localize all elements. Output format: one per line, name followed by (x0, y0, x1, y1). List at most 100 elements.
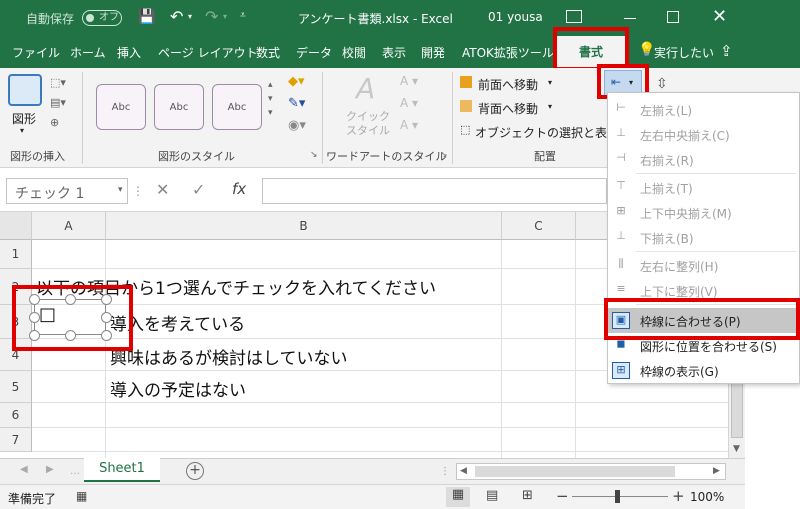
tab-atok[interactable]: ATOK拡張ツール (462, 44, 554, 61)
redo-dropdown-icon[interactable]: ▾ (223, 12, 227, 21)
shape-styles-launcher-icon[interactable]: ↘ (310, 150, 318, 160)
scroll-right-icon[interactable]: ▶ (713, 466, 720, 476)
style-gallery-scroll-icon[interactable]: ▴ ▾ ▾ (268, 78, 273, 120)
autosave-state: オフ (99, 12, 119, 23)
zoom-slider-thumb[interactable] (615, 490, 620, 503)
tab-data[interactable]: データ (296, 44, 332, 61)
row-header-7[interactable]: 7 (0, 428, 32, 452)
menu-align-middle[interactable]: ⊞ 上下中央揃え(M) (608, 200, 799, 225)
tab-developer[interactable]: 開発 (421, 44, 445, 61)
shape-outline-icon[interactable]: ✎▾ (288, 96, 305, 111)
zoom-level[interactable]: 100% (690, 490, 724, 504)
edit-shape-icon[interactable]: ⬚▾ (50, 76, 66, 89)
text-fill-icon[interactable]: A ▾ (400, 74, 418, 88)
add-sheet-icon[interactable]: + (186, 462, 204, 480)
send-backward-icon[interactable] (460, 100, 472, 112)
menu-view-gridlines[interactable]: ⊞ 枠線の表示(G) (608, 358, 799, 383)
name-box-dropdown-icon[interactable]: ▾ (118, 185, 123, 195)
shape-effects-icon[interactable]: ◉▾ (288, 118, 306, 133)
tell-me-search[interactable]: 実行したい (654, 44, 714, 61)
menu-align-left[interactable]: ⊢ 左揃え(L) (608, 97, 799, 122)
menu-align-bottom[interactable]: ⊥ 下揃え(B) (608, 225, 799, 250)
sheet-prev-icon[interactable]: ◀ (20, 464, 28, 475)
zoom-out-icon[interactable]: − (556, 487, 569, 505)
row-header-1[interactable]: 1 (0, 240, 32, 269)
enter-formula-icon[interactable]: ✓ (192, 180, 205, 199)
tab-home[interactable]: ホーム (70, 44, 106, 61)
scroll-down-icon[interactable]: ▼ (733, 444, 740, 454)
cell-b4-option[interactable]: 興味はあるが検討はしていない (110, 344, 348, 369)
selection-pane-icon[interactable]: ⬚ (460, 123, 470, 136)
bring-forward-button[interactable]: 前面へ移動 (478, 76, 538, 93)
user-name: 01 yousa (488, 10, 543, 24)
tab-formulas[interactable]: 数式 (256, 44, 280, 61)
column-header-c[interactable]: C (502, 212, 576, 240)
shapes-label[interactable]: 図形 (12, 110, 36, 127)
merge-shapes-icon[interactable]: ⊕ (50, 116, 59, 129)
shape-style-3[interactable]: Abc (212, 84, 262, 130)
undo-icon[interactable]: ↶ (170, 7, 183, 26)
share-icon[interactable]: ⇪ (720, 42, 733, 60)
normal-view-icon[interactable]: ▦ (446, 487, 470, 507)
column-header-b[interactable]: B (106, 212, 502, 240)
tab-page-layout[interactable]: ページ レイアウト (158, 44, 258, 61)
shape-fill-icon[interactable]: ◆▾ (288, 74, 305, 89)
text-effects-icon[interactable]: A ▾ (400, 118, 418, 132)
autosave-label: 自動保存 (26, 12, 75, 26)
shapes-dropdown-icon[interactable]: ▾ (20, 126, 24, 135)
shape-style-2[interactable]: Abc (154, 84, 204, 130)
horizontal-scroll-thumb[interactable] (475, 466, 675, 477)
row-header-6[interactable]: 6 (0, 403, 32, 428)
minimize-icon[interactable] (624, 18, 636, 19)
sheet-more-icon[interactable]: … (70, 466, 80, 477)
page-break-preview-icon[interactable]: ⊞ (522, 488, 533, 503)
tab-split-grip-icon[interactable]: ⋮ (440, 466, 450, 477)
autosave-toggle[interactable]: オフ (82, 10, 122, 26)
menu-distribute-horizontally[interactable]: ⫼ 左右に整列(H) (608, 253, 799, 278)
sheet-next-icon[interactable]: ▶ (46, 464, 54, 475)
macro-record-icon[interactable]: ▦ (76, 489, 87, 503)
tab-review[interactable]: 校閲 (342, 44, 366, 61)
wordart-icon[interactable]: A (356, 72, 375, 105)
menu-align-top[interactable]: ⊤ 上揃え(T) (608, 175, 799, 200)
insert-function-icon[interactable]: fx (232, 180, 246, 198)
formula-input[interactable] (262, 178, 607, 204)
tab-file[interactable]: ファイル (12, 44, 60, 61)
scroll-left-icon[interactable]: ◀ (460, 466, 467, 476)
horizontal-scrollbar[interactable]: ◀ ▶ (456, 463, 726, 480)
shape-style-1[interactable]: Abc (96, 84, 146, 130)
sheet-tab-sheet1[interactable]: Sheet1 (84, 458, 160, 482)
selection-pane-button[interactable]: オブジェクトの選択と表示 (475, 124, 619, 141)
ribbon-display-icon[interactable] (566, 10, 582, 23)
redo-icon[interactable]: ↷ (205, 7, 218, 26)
quick-style-label[interactable]: クイック スタイル (346, 110, 390, 138)
menu-align-center[interactable]: ⊥ 左右中央揃え(C) (608, 122, 799, 147)
bring-forward-dropdown-icon[interactable]: ▾ (548, 78, 552, 87)
name-box[interactable]: チェック 1 (6, 178, 128, 204)
bring-forward-icon[interactable] (460, 76, 472, 88)
zoom-in-icon[interactable]: + (672, 487, 685, 505)
page-layout-view-icon[interactable]: ▤ (486, 488, 498, 503)
menu-align-right[interactable]: ⊣ 右揃え(R) (608, 147, 799, 172)
customize-qat-icon[interactable]: ⩡ (240, 10, 246, 21)
select-all-corner[interactable] (0, 212, 32, 240)
shapes-icon[interactable] (8, 74, 42, 106)
column-header-a[interactable]: A (32, 212, 106, 240)
cell-b5-option[interactable]: 導入の予定はない (110, 376, 246, 401)
row-header-5[interactable]: 5 (0, 371, 32, 403)
tab-insert[interactable]: 挿入 (117, 44, 141, 61)
group-arrange-label: 配置 (534, 150, 556, 163)
text-outline-icon[interactable]: A ▾ (400, 96, 418, 110)
send-backward-dropdown-icon[interactable]: ▾ (548, 102, 552, 111)
cancel-formula-icon[interactable]: ✕ (156, 180, 169, 199)
undo-dropdown-icon[interactable]: ▾ (188, 12, 192, 21)
send-backward-button[interactable]: 背面へ移動 (478, 100, 538, 117)
zoom-slider[interactable] (572, 490, 668, 503)
maximize-icon[interactable] (667, 11, 679, 23)
close-icon[interactable]: ✕ (712, 6, 727, 27)
wordart-launcher-icon[interactable]: ↘ (440, 150, 448, 160)
save-icon[interactable]: 💾 (138, 9, 155, 25)
text-box-icon[interactable]: ▤▾ (50, 96, 66, 109)
tab-view[interactable]: 表示 (382, 44, 406, 61)
rotate-size-icon[interactable]: ⇳ (656, 76, 668, 92)
